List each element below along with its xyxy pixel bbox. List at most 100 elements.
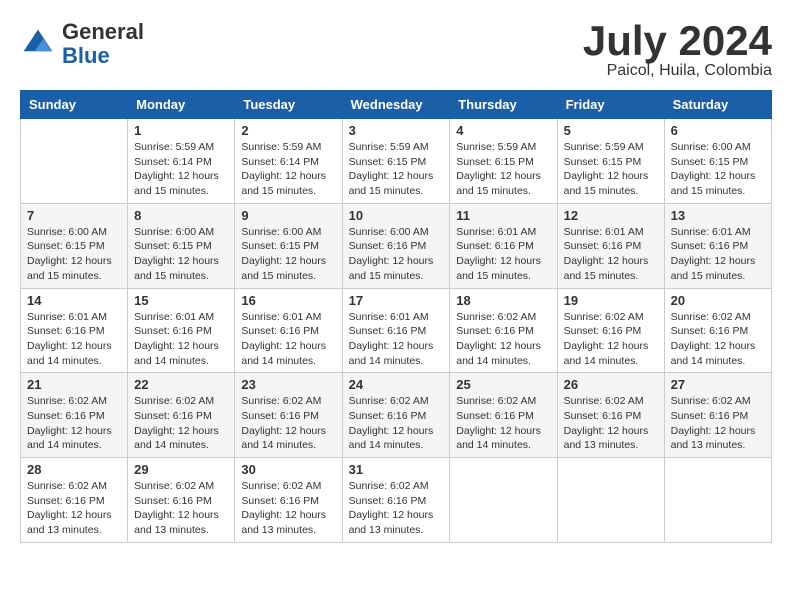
day-number: 21 bbox=[27, 377, 121, 392]
day-info: Sunrise: 6:02 AMSunset: 6:16 PMDaylight:… bbox=[349, 479, 444, 538]
calendar-cell: 23 Sunrise: 6:02 AMSunset: 6:16 PMDayligh… bbox=[235, 373, 342, 458]
calendar-cell: 5Sunrise: 5:59 AMSunset: 6:15 PMDaylight… bbox=[557, 119, 664, 204]
calendar-cell: 11 Sunrise: 6:01 AMSunset: 6:16 PMDayligh… bbox=[450, 203, 557, 288]
calendar-cell: 10Sunrise: 6:00 AMSunset: 6:16 PMDayligh… bbox=[342, 203, 450, 288]
logo-icon bbox=[20, 26, 56, 62]
day-number: 30 bbox=[241, 462, 335, 477]
calendar-cell: 9 Sunrise: 6:00 AMSunset: 6:15 PMDaylight… bbox=[235, 203, 342, 288]
day-info: Sunrise: 5:59 AMSunset: 6:14 PMDaylight:… bbox=[241, 140, 335, 199]
calendar-cell: 7 Sunrise: 6:00 AMSunset: 6:15 PMDaylight… bbox=[21, 203, 128, 288]
day-number: 28 bbox=[27, 462, 121, 477]
calendar-cell: 19 Sunrise: 6:02 AMSunset: 6:16 PMDayligh… bbox=[557, 288, 664, 373]
day-info: Sunrise: 6:00 AMSunset: 6:15 PMDaylight:… bbox=[241, 225, 335, 284]
weekday-header: Tuesday bbox=[235, 91, 342, 119]
day-number: 7 bbox=[27, 208, 121, 223]
calendar-cell: 16 Sunrise: 6:01 AMSunset: 6:16 PMDayligh… bbox=[235, 288, 342, 373]
calendar-cell: 21 Sunrise: 6:02 AMSunset: 6:16 PMDayligh… bbox=[21, 373, 128, 458]
calendar-cell: 27 Sunrise: 6:02 AMSunset: 6:16 PMDayligh… bbox=[664, 373, 771, 458]
day-number: 13 bbox=[671, 208, 765, 223]
day-info: Sunrise: 6:02 AMSunset: 6:16 PMDaylight:… bbox=[241, 394, 335, 453]
page-header: General Blue July 2024 Paicol, Huila, Co… bbox=[20, 20, 772, 80]
day-number: 19 bbox=[564, 293, 658, 308]
day-number: 20 bbox=[671, 293, 765, 308]
logo-blue: Blue bbox=[62, 43, 110, 68]
day-info: Sunrise: 6:02 AMSunset: 6:16 PMDaylight:… bbox=[564, 310, 658, 369]
logo-general: General bbox=[62, 19, 144, 44]
calendar-cell bbox=[450, 458, 557, 543]
day-number: 4 bbox=[456, 123, 550, 138]
day-number: 29 bbox=[134, 462, 228, 477]
day-info: Sunrise: 6:00 AMSunset: 6:15 PMDaylight:… bbox=[27, 225, 121, 284]
calendar-cell: 28 Sunrise: 6:02 AMSunset: 6:16 PMDayligh… bbox=[21, 458, 128, 543]
day-info: Sunrise: 6:02 AMSunset: 6:16 PMDaylight:… bbox=[456, 394, 550, 453]
calendar-cell: 22Sunrise: 6:02 AMSunset: 6:16 PMDayligh… bbox=[128, 373, 235, 458]
weekday-header: Saturday bbox=[664, 91, 771, 119]
day-number: 27 bbox=[671, 377, 765, 392]
page-title: July 2024 bbox=[583, 20, 772, 62]
calendar-cell: 24Sunrise: 6:02 AMSunset: 6:16 PMDayligh… bbox=[342, 373, 450, 458]
day-info: Sunrise: 6:02 AMSunset: 6:16 PMDaylight:… bbox=[671, 394, 765, 453]
day-info: Sunrise: 6:01 AMSunset: 6:16 PMDaylight:… bbox=[27, 310, 121, 369]
day-number: 18 bbox=[456, 293, 550, 308]
day-number: 5 bbox=[564, 123, 658, 138]
weekday-header: Monday bbox=[128, 91, 235, 119]
day-number: 1 bbox=[134, 123, 228, 138]
weekday-header: Friday bbox=[557, 91, 664, 119]
calendar-week-row: 1 Sunrise: 5:59 AMSunset: 6:14 PMDaylight… bbox=[21, 119, 772, 204]
day-number: 17 bbox=[349, 293, 444, 308]
calendar-cell bbox=[557, 458, 664, 543]
day-info: Sunrise: 6:02 AMSunset: 6:16 PMDaylight:… bbox=[27, 394, 121, 453]
weekday-header: Wednesday bbox=[342, 91, 450, 119]
day-info: Sunrise: 6:01 AMSunset: 6:16 PMDaylight:… bbox=[564, 225, 658, 284]
day-number: 15 bbox=[134, 293, 228, 308]
day-number: 25 bbox=[456, 377, 550, 392]
day-info: Sunrise: 5:59 AMSunset: 6:15 PMDaylight:… bbox=[349, 140, 444, 199]
day-number: 6 bbox=[671, 123, 765, 138]
title-block: July 2024 Paicol, Huila, Colombia bbox=[583, 20, 772, 80]
day-info: Sunrise: 5:59 AMSunset: 6:14 PMDaylight:… bbox=[134, 140, 228, 199]
calendar-cell: 20 Sunrise: 6:02 AMSunset: 6:16 PMDayligh… bbox=[664, 288, 771, 373]
day-number: 23 bbox=[241, 377, 335, 392]
day-info: Sunrise: 6:01 AMSunset: 6:16 PMDaylight:… bbox=[671, 225, 765, 284]
day-number: 14 bbox=[27, 293, 121, 308]
day-info: Sunrise: 6:00 AMSunset: 6:15 PMDaylight:… bbox=[134, 225, 228, 284]
day-info: Sunrise: 6:01 AMSunset: 6:16 PMDaylight:… bbox=[349, 310, 444, 369]
day-number: 2 bbox=[241, 123, 335, 138]
calendar-cell: 15 Sunrise: 6:01 AMSunset: 6:16 PMDayligh… bbox=[128, 288, 235, 373]
day-info: Sunrise: 6:02 AMSunset: 6:16 PMDaylight:… bbox=[241, 479, 335, 538]
calendar-cell: 12Sunrise: 6:01 AMSunset: 6:16 PMDayligh… bbox=[557, 203, 664, 288]
day-info: Sunrise: 6:00 AMSunset: 6:15 PMDaylight:… bbox=[671, 140, 765, 199]
calendar-cell: 3Sunrise: 5:59 AMSunset: 6:15 PMDaylight… bbox=[342, 119, 450, 204]
day-info: Sunrise: 6:02 AMSunset: 6:16 PMDaylight:… bbox=[671, 310, 765, 369]
calendar-cell: 25 Sunrise: 6:02 AMSunset: 6:16 PMDayligh… bbox=[450, 373, 557, 458]
day-info: Sunrise: 6:01 AMSunset: 6:16 PMDaylight:… bbox=[456, 225, 550, 284]
calendar-header-row: SundayMondayTuesdayWednesdayThursdayFrid… bbox=[21, 91, 772, 119]
calendar-cell: 4Sunrise: 5:59 AMSunset: 6:15 PMDaylight… bbox=[450, 119, 557, 204]
calendar-cell: 26Sunrise: 6:02 AMSunset: 6:16 PMDayligh… bbox=[557, 373, 664, 458]
calendar-cell: 1 Sunrise: 5:59 AMSunset: 6:14 PMDaylight… bbox=[128, 119, 235, 204]
day-number: 11 bbox=[456, 208, 550, 223]
day-info: Sunrise: 6:02 AMSunset: 6:16 PMDaylight:… bbox=[349, 394, 444, 453]
day-info: Sunrise: 6:01 AMSunset: 6:16 PMDaylight:… bbox=[134, 310, 228, 369]
calendar-cell: 14 Sunrise: 6:01 AMSunset: 6:16 PMDayligh… bbox=[21, 288, 128, 373]
weekday-header: Sunday bbox=[21, 91, 128, 119]
day-info: Sunrise: 6:02 AMSunset: 6:16 PMDaylight:… bbox=[564, 394, 658, 453]
day-info: Sunrise: 6:00 AMSunset: 6:16 PMDaylight:… bbox=[349, 225, 444, 284]
calendar-cell: 2 Sunrise: 5:59 AMSunset: 6:14 PMDaylight… bbox=[235, 119, 342, 204]
weekday-header: Thursday bbox=[450, 91, 557, 119]
day-info: Sunrise: 6:01 AMSunset: 6:16 PMDaylight:… bbox=[241, 310, 335, 369]
calendar-cell: 17 Sunrise: 6:01 AMSunset: 6:16 PMDayligh… bbox=[342, 288, 450, 373]
logo-text: General Blue bbox=[62, 20, 144, 68]
calendar-cell bbox=[664, 458, 771, 543]
calendar-cell bbox=[21, 119, 128, 204]
calendar-cell: 18Sunrise: 6:02 AMSunset: 6:16 PMDayligh… bbox=[450, 288, 557, 373]
calendar-cell: 29Sunrise: 6:02 AMSunset: 6:16 PMDayligh… bbox=[128, 458, 235, 543]
day-number: 16 bbox=[241, 293, 335, 308]
calendar-week-row: 21 Sunrise: 6:02 AMSunset: 6:16 PMDayligh… bbox=[21, 373, 772, 458]
calendar-cell: 30 Sunrise: 6:02 AMSunset: 6:16 PMDayligh… bbox=[235, 458, 342, 543]
day-info: Sunrise: 6:02 AMSunset: 6:16 PMDaylight:… bbox=[27, 479, 121, 538]
location-subtitle: Paicol, Huila, Colombia bbox=[583, 62, 772, 80]
day-number: 31 bbox=[349, 462, 444, 477]
day-number: 9 bbox=[241, 208, 335, 223]
calendar-cell: 8Sunrise: 6:00 AMSunset: 6:15 PMDaylight… bbox=[128, 203, 235, 288]
